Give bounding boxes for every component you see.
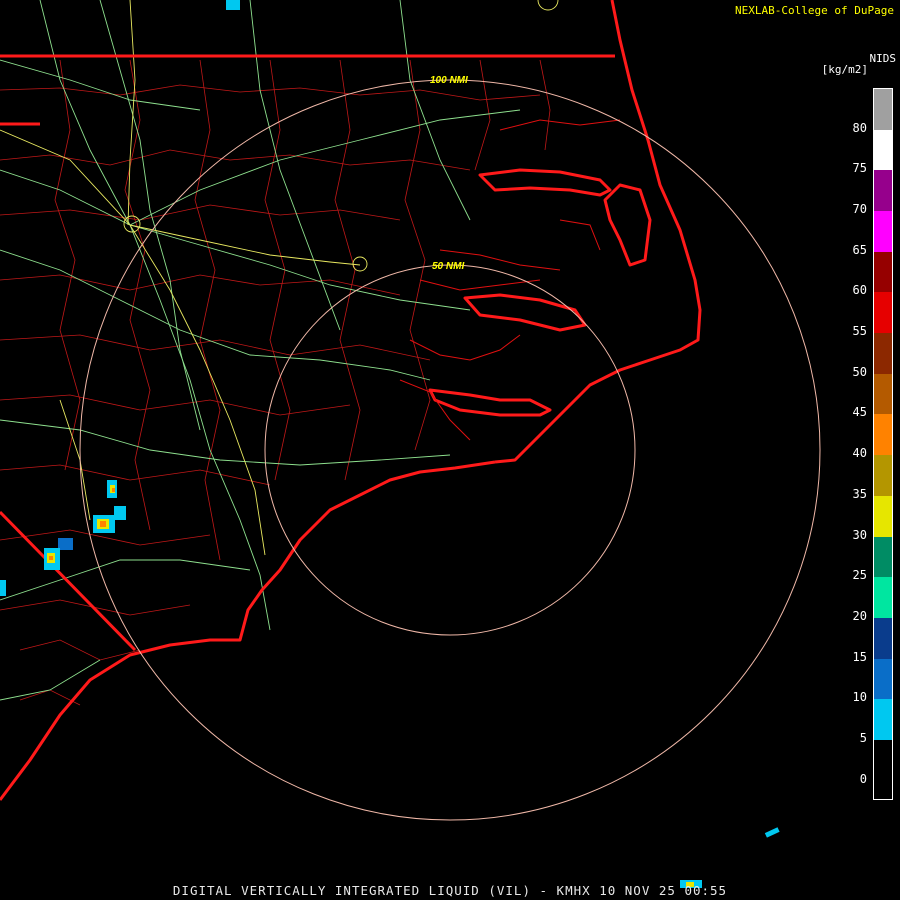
range-ring-label-50: 50 NMI — [432, 261, 464, 272]
legend-tick-label: 75 — [852, 161, 867, 176]
legend-color-step — [874, 170, 892, 212]
legend-tick-label: 55 — [852, 324, 867, 339]
legend-color-step — [874, 495, 892, 537]
range-ring-label-100: 100 NMI — [430, 75, 468, 86]
units-label: [kg/m2] — [821, 63, 868, 76]
legend-color-step — [874, 251, 892, 293]
legend-tick-label: 35 — [852, 486, 867, 501]
legend-tick-label: 15 — [852, 649, 867, 664]
legend-color-step — [874, 211, 892, 252]
radar-map: 50 NMI 100 NMI — [0, 0, 900, 900]
legend-color-step — [874, 658, 892, 700]
legend-tick-label: 40 — [852, 446, 867, 461]
credit-label: NEXLAB-College of DuPage — [735, 4, 894, 17]
legend-tick-label: 20 — [852, 608, 867, 623]
legend-tick-label: 80 — [852, 120, 867, 135]
legend-color-step — [874, 129, 892, 171]
legend-color-step — [874, 292, 892, 334]
legend-tick-label: 30 — [852, 527, 867, 542]
legend-color-step — [874, 373, 892, 415]
product-label: NIDS — [869, 52, 897, 65]
color-legend-bar — [873, 88, 893, 800]
legend-color-step — [874, 414, 892, 456]
legend-tick-label: 60 — [852, 283, 867, 298]
legend-tick-label: 25 — [852, 568, 867, 583]
legend-color-step — [874, 333, 892, 374]
legend-color-step — [874, 536, 892, 578]
legend-tick-label: 45 — [852, 405, 867, 420]
legend-color-step — [874, 455, 892, 496]
legend-color-step — [874, 89, 892, 130]
legend-tick-label: 70 — [852, 202, 867, 217]
legend-tick-label: 65 — [852, 242, 867, 257]
product-caption: DIGITAL VERTICALLY INTEGRATED LIQUID (VI… — [172, 883, 728, 898]
legend-color-step — [874, 617, 892, 659]
legend-tick-label: 5 — [859, 730, 867, 745]
legend-color-step — [874, 699, 892, 740]
legend-tick-label: 0 — [859, 771, 867, 786]
legend-color-step — [874, 577, 892, 618]
legend-tick-label: 50 — [852, 364, 867, 379]
legend-tick-label: 10 — [852, 690, 867, 705]
